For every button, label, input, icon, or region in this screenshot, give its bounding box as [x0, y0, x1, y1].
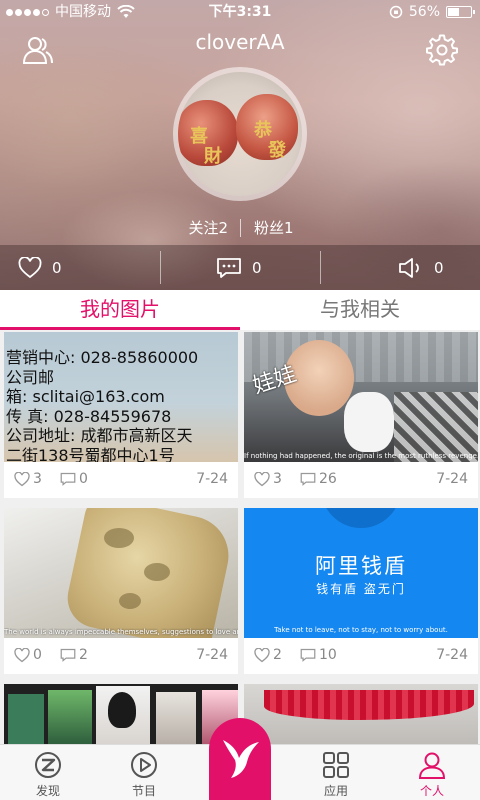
tab-related-to-me[interactable]: 与我相关: [240, 290, 480, 328]
battery-icon: [446, 6, 475, 18]
card-text-line: 公司邮: [6, 367, 55, 387]
heart-icon: [254, 471, 270, 486]
heart-icon: [254, 647, 270, 662]
nav-profile[interactable]: 个人: [396, 745, 468, 800]
card-likes[interactable]: 0: [14, 647, 42, 663]
stats-bar: 0 0 0: [0, 245, 480, 290]
followers-count[interactable]: 粉丝1: [254, 217, 294, 238]
person-icon: [418, 752, 446, 779]
comment-icon: [217, 257, 241, 278]
nav-discover[interactable]: 发现: [12, 745, 84, 800]
heart-icon: [14, 647, 30, 662]
content-tabs: 我的图片 与我相关: [0, 290, 480, 330]
avatar[interactable]: 喜 財 恭 發: [178, 72, 302, 196]
comments-count: 26: [319, 471, 337, 487]
card-comments[interactable]: 10: [300, 647, 337, 663]
card-text-line: 公司地址: 成都市高新区天: [6, 426, 193, 445]
card-likes[interactable]: 3: [254, 471, 282, 487]
play-icon: [131, 752, 157, 778]
photo-thumbnail[interactable]: 娃娃 If nothing had happened, the original…: [244, 332, 478, 462]
nav-label: 节目: [131, 784, 156, 798]
comment-icon: [60, 472, 76, 486]
card-text-line: 二街138号蜀都中心1号: [6, 445, 175, 463]
avatar-text-4: 發: [268, 140, 286, 161]
bird-logo-icon: [223, 740, 259, 778]
apps-grid-icon: [323, 752, 349, 778]
tab-my-pictures[interactable]: 我的图片: [0, 290, 240, 328]
comment-icon: [300, 472, 316, 486]
heart-icon: [14, 471, 30, 486]
photo-card[interactable]: 阿里钱盾 钱有盾 盗无门 Take not to leave, not to s…: [244, 508, 478, 674]
card-comments[interactable]: 0: [60, 471, 88, 487]
card-date: 7-24: [196, 471, 228, 487]
photo-caption: If nothing had happened, the original is…: [244, 452, 478, 460]
rotation-lock-icon: [389, 5, 403, 19]
nav-apps[interactable]: 应用: [300, 745, 372, 800]
battery-percent: 56%: [408, 4, 440, 20]
stats-divider: [320, 251, 321, 284]
following-count[interactable]: 关注2: [188, 217, 228, 238]
comments-count: 10: [319, 647, 337, 663]
photo-thumbnail[interactable]: The world is always impeccable themselve…: [4, 508, 238, 638]
follow-stats: 关注2 粉丝1: [0, 217, 480, 239]
nav-label: 发现: [35, 784, 60, 798]
likes-count: 2: [273, 647, 282, 663]
card-text-line: 传 真: 028-84559678: [6, 406, 172, 426]
photo-card[interactable]: [244, 684, 478, 744]
likes-count: 3: [33, 471, 42, 487]
card-date: 7-24: [436, 647, 468, 663]
brand-title: 阿里钱盾: [315, 554, 407, 578]
photo-card[interactable]: [4, 684, 238, 744]
card-date: 7-24: [436, 471, 468, 487]
photo-thumbnail[interactable]: 阿里钱盾 钱有盾 盗无门 Take not to leave, not to s…: [244, 508, 478, 638]
brand-slogan: 钱有盾 盗无门: [316, 582, 406, 596]
shares-count: 0: [434, 258, 444, 277]
tab-indicator: [0, 327, 240, 330]
card-meta: 0 2 7-24: [4, 638, 238, 674]
card-text-line: 营销中心: 028-85860000: [6, 348, 199, 367]
card-meta: 2 10 7-24: [244, 638, 478, 674]
likes-count: 0: [52, 258, 62, 277]
nav-label: 个人: [419, 784, 444, 798]
comments-count: 0: [79, 471, 88, 487]
photo-caption: Take not to leave, not to stay, not to w…: [274, 626, 448, 634]
photo-thumbnail[interactable]: [244, 684, 478, 744]
photo-thumbnail[interactable]: 营销中心: 028-85860000 公司邮 箱: sclitai@163.co…: [4, 332, 238, 462]
photo-card[interactable]: The world is always impeccable themselve…: [4, 508, 238, 674]
center-camera-button[interactable]: [209, 718, 271, 800]
settings-gear-icon[interactable]: [426, 34, 458, 66]
likes-count: 3: [273, 471, 282, 487]
speaker-icon: [399, 257, 419, 278]
avatar-text-2: 財: [204, 146, 222, 167]
nav-programs[interactable]: 节目: [108, 745, 180, 800]
shares-stat[interactable]: 0: [398, 245, 444, 290]
photo-caption: The world is always impeccable themselve…: [4, 628, 238, 636]
card-text-line: 箱: sclitai@163.com: [6, 387, 165, 406]
photo-thumbnail[interactable]: [4, 684, 238, 744]
card-comments[interactable]: 26: [300, 471, 337, 487]
comments-count: 2: [79, 647, 88, 663]
heart-icon: [18, 256, 42, 278]
nav-label: 应用: [323, 784, 348, 798]
likes-stat[interactable]: 0: [18, 245, 62, 290]
card-likes[interactable]: 2: [254, 647, 282, 663]
comment-icon: [300, 648, 316, 662]
comments-stat[interactable]: 0: [216, 245, 262, 290]
card-meta: 3 26 7-24: [244, 462, 478, 498]
comment-icon: [60, 648, 76, 662]
battery-level: [448, 8, 460, 16]
username: cloverAA: [195, 30, 285, 54]
follow-divider: [240, 219, 241, 237]
photo-card[interactable]: 娃娃 If nothing had happened, the original…: [244, 332, 478, 498]
card-comments[interactable]: 2: [60, 647, 88, 663]
card-meta: 3 0 7-24: [4, 462, 238, 498]
card-date: 7-24: [196, 647, 228, 663]
likes-count: 0: [33, 647, 42, 663]
comments-count: 0: [252, 258, 262, 277]
card-likes[interactable]: 3: [14, 471, 42, 487]
discover-icon: [35, 752, 61, 778]
stats-divider: [160, 251, 161, 284]
photo-card[interactable]: 营销中心: 028-85860000 公司邮 箱: sclitai@163.co…: [4, 332, 238, 498]
status-bar: 中国移动 下午3:31 56%: [0, 0, 480, 24]
